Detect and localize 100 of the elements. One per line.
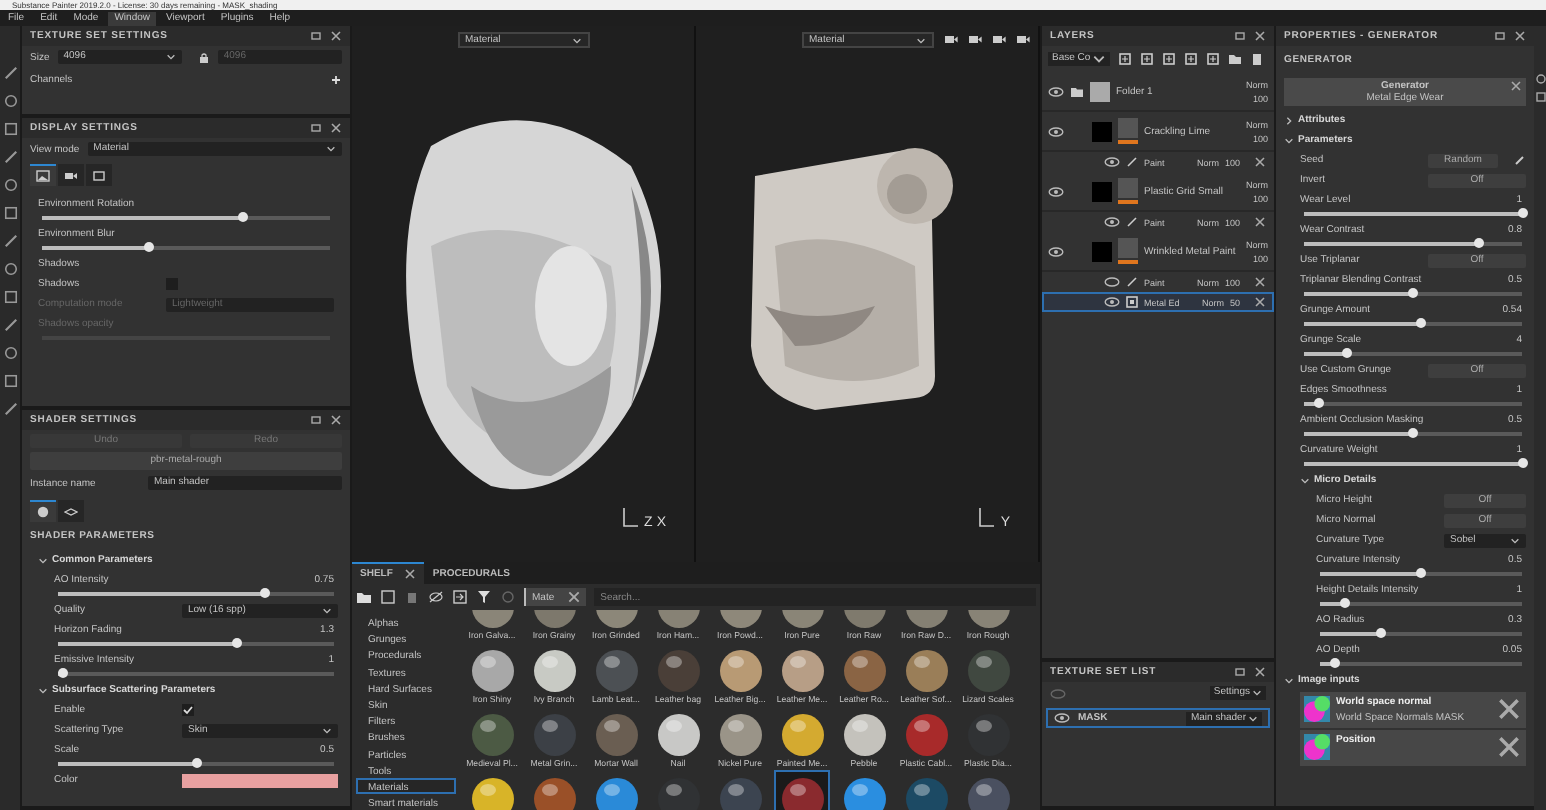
close-icon[interactable] [1254, 666, 1266, 678]
add-layer-icon[interactable] [1184, 52, 1199, 66]
caret-icon[interactable] [1284, 115, 1294, 125]
add-layer-icon[interactable] [1162, 52, 1177, 66]
caret-icon[interactable] [1252, 688, 1262, 698]
axis-gizmo-icon [620, 506, 641, 530]
close-icon[interactable] [1254, 156, 1266, 168]
float-icon[interactable] [310, 414, 322, 426]
slider-thumb[interactable] [238, 212, 249, 223]
slider-thumb[interactable] [1517, 208, 1527, 219]
color-swatch[interactable] [182, 773, 338, 787]
hidden-icon[interactable] [428, 590, 444, 604]
camera-icon[interactable] [992, 32, 1006, 46]
close-icon[interactable] [330, 30, 342, 42]
camera-icon[interactable] [968, 32, 982, 46]
filter-icon[interactable] [476, 590, 492, 604]
caret-icon[interactable] [322, 725, 332, 735]
add-layer-icon[interactable] [1206, 52, 1221, 66]
close-icon[interactable] [1254, 30, 1266, 42]
slider-thumb[interactable] [1408, 288, 1418, 299]
close-icon[interactable] [1254, 216, 1266, 228]
close-icon[interactable] [1514, 30, 1526, 42]
close-icon[interactable] [1254, 296, 1266, 308]
slider-thumb[interactable] [1342, 348, 1353, 359]
camera-icon[interactable] [944, 32, 958, 46]
slider-thumb[interactable] [1416, 568, 1426, 579]
slider-thumb[interactable] [1517, 458, 1527, 469]
slider-thumb[interactable] [260, 588, 270, 599]
slider-thumb[interactable] [143, 242, 154, 253]
close-icon[interactable] [1496, 734, 1522, 760]
add-icon[interactable] [330, 73, 342, 85]
eye-icon[interactable] [1048, 185, 1064, 197]
settings-icon[interactable] [1535, 74, 1545, 84]
slider-thumb[interactable] [1473, 238, 1484, 249]
shader-tab[interactable] [30, 500, 56, 522]
caret-icon[interactable] [38, 685, 48, 695]
new-file-icon[interactable] [380, 590, 396, 604]
slider-thumb[interactable] [58, 668, 69, 679]
view-tab[interactable] [58, 164, 84, 186]
close-icon[interactable] [1254, 276, 1266, 288]
eye-icon[interactable] [1054, 712, 1070, 724]
caret-icon[interactable] [1092, 52, 1107, 66]
caret-icon[interactable] [1510, 535, 1520, 545]
close-icon[interactable] [404, 568, 417, 580]
caret-icon[interactable] [1300, 475, 1310, 485]
view-tab[interactable] [86, 164, 112, 186]
slider-thumb[interactable] [1314, 398, 1325, 409]
trash-icon[interactable] [1250, 52, 1265, 66]
float-icon[interactable] [1234, 30, 1246, 42]
close-icon[interactable] [1510, 80, 1522, 92]
checkbox[interactable] [182, 704, 194, 716]
caret-icon[interactable] [326, 144, 336, 154]
pencil-icon[interactable] [1514, 154, 1526, 166]
add-layer-icon[interactable] [1140, 52, 1155, 66]
caret-icon[interactable] [38, 555, 48, 565]
slider-thumb[interactable] [232, 638, 243, 649]
camera-icon [64, 170, 78, 182]
caret-icon[interactable] [1284, 675, 1294, 685]
mask-thumbnail [1092, 241, 1112, 261]
brush-icon [1126, 216, 1138, 228]
close-icon[interactable] [330, 122, 342, 134]
caret-icon[interactable] [571, 35, 581, 45]
eye-icon[interactable] [1104, 296, 1120, 308]
float-icon[interactable] [1494, 30, 1506, 42]
eye-icon[interactable] [1048, 125, 1064, 137]
generator-icon [1126, 296, 1138, 308]
folder-icon[interactable] [356, 590, 372, 604]
eye-icon[interactable] [1048, 245, 1064, 257]
circle-icon[interactable] [500, 590, 516, 604]
camera-icon[interactable] [1016, 32, 1030, 46]
float-icon[interactable] [310, 30, 322, 42]
close-icon[interactable] [1496, 696, 1522, 722]
close-icon[interactable] [566, 590, 583, 604]
slider-thumb[interactable] [1339, 598, 1350, 609]
caret-icon[interactable] [322, 605, 332, 615]
slider-thumb[interactable] [1416, 318, 1427, 329]
eye-icon[interactable] [1104, 156, 1120, 168]
caret-icon[interactable] [1284, 135, 1294, 145]
caret-icon[interactable] [165, 52, 176, 62]
eye-icon[interactable] [1104, 216, 1120, 228]
caret-icon[interactable] [915, 35, 925, 45]
folder-icon[interactable] [1228, 52, 1243, 66]
caret-icon[interactable] [1248, 713, 1258, 723]
gradient-thumbnail-icon [1304, 734, 1330, 760]
shader-tab[interactable] [58, 500, 84, 522]
view-tab[interactable] [30, 164, 56, 186]
import-icon[interactable] [452, 590, 468, 604]
image-icon [36, 170, 50, 182]
eye-closed-icon[interactable] [1104, 276, 1120, 288]
float-icon[interactable] [310, 122, 322, 134]
add-layer-icon[interactable] [1118, 52, 1133, 66]
eye-icon[interactable] [1048, 85, 1064, 97]
slider-thumb[interactable] [191, 758, 201, 769]
float-icon[interactable] [1234, 666, 1246, 678]
slider-thumb[interactable] [1375, 628, 1386, 639]
lock-icon[interactable] [197, 51, 210, 63]
slider-thumb[interactable] [1329, 658, 1340, 669]
brush-icon [1126, 156, 1138, 168]
close-icon[interactable] [330, 414, 342, 426]
slider-thumb[interactable] [1408, 428, 1418, 439]
